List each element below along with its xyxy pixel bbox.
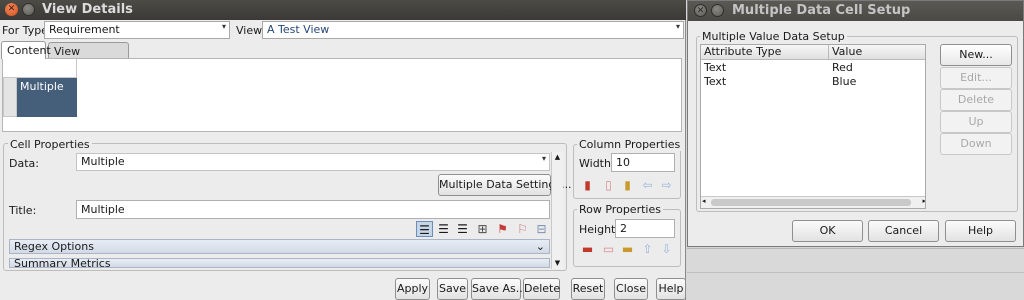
- column-properties-legend: Column Properties: [577, 138, 683, 151]
- view-value: A Test View: [267, 23, 330, 36]
- cancel-button[interactable]: Cancel: [868, 220, 939, 242]
- insert-column-icon[interactable]: ▮: [619, 177, 636, 193]
- remove-flag-icon[interactable]: ⚐: [514, 221, 531, 237]
- selected-cell[interactable]: Multiple: [17, 77, 77, 117]
- align-right-icon[interactable]: ☰: [454, 221, 471, 237]
- close-window-icon[interactable]: ✕: [5, 3, 18, 16]
- scroll-up-icon[interactable]: ▲: [552, 152, 563, 163]
- view-dropdown[interactable]: A Test View ▾: [262, 21, 684, 39]
- arrow-left-icon[interactable]: ⇦: [639, 177, 656, 193]
- table-horizontal-scrollbar[interactable]: ◂ ▸: [701, 196, 925, 208]
- scroll-left-icon[interactable]: ◂: [702, 197, 706, 205]
- regex-options-panel[interactable]: Regex Options ⌄: [9, 239, 550, 254]
- table-icon[interactable]: ⊟: [533, 221, 550, 237]
- data-label: Data:: [9, 157, 39, 170]
- down-button[interactable]: Down: [940, 133, 1012, 155]
- divider: [687, 272, 1024, 273]
- insert-row-icon[interactable]: ▬: [619, 241, 636, 257]
- width-field[interactable]: 10: [611, 153, 675, 172]
- reset-button[interactable]: Reset: [571, 278, 605, 300]
- arrow-down-icon[interactable]: ⇩: [658, 241, 675, 257]
- edit-button[interactable]: Edit...: [940, 67, 1012, 89]
- multiple-data-settings-button[interactable]: Multiple Data Settings...: [438, 174, 572, 196]
- cell-properties-scrollbar[interactable]: ▲ ▼: [551, 152, 563, 269]
- add-row-icon[interactable]: ▬: [579, 241, 596, 257]
- summary-metrics-label: Summary Metrics: [14, 258, 111, 268]
- close-button[interactable]: Close: [614, 278, 648, 300]
- view-details-window: ✕ View Details For Type: Requirement ▾ V…: [0, 0, 686, 300]
- delete-button[interactable]: Delete: [940, 89, 1012, 111]
- remove-row-icon[interactable]: ▭: [600, 241, 617, 257]
- table-cell[interactable]: Red: [829, 61, 925, 75]
- view-details-titlebar: ✕ View Details: [0, 0, 686, 20]
- scroll-down-icon[interactable]: ▼: [552, 258, 563, 269]
- background-panel: [687, 248, 1024, 300]
- up-button[interactable]: Up: [940, 111, 1012, 133]
- width-label: Width:: [579, 157, 615, 170]
- arrow-up-icon[interactable]: ⇧: [639, 241, 656, 257]
- row-header: [3, 77, 17, 117]
- insert-row-icon[interactable]: ⊞: [474, 221, 491, 237]
- ok-button[interactable]: OK: [792, 220, 863, 242]
- data-value: Multiple: [81, 155, 125, 168]
- help-button[interactable]: Help: [945, 220, 1016, 242]
- table-cell[interactable]: Text: [701, 61, 829, 75]
- table-cell[interactable]: Text: [701, 75, 829, 89]
- values-table: Attribute Type Value S Text Red S Text B…: [700, 44, 926, 209]
- flag-icon[interactable]: ⚑: [494, 221, 511, 237]
- row-properties-group: [573, 209, 681, 267]
- data-dropdown[interactable]: Multiple ▾: [76, 153, 550, 171]
- chevron-down-icon: ⌄: [535, 240, 545, 253]
- save-button[interactable]: Save: [437, 278, 468, 300]
- save-as-button[interactable]: Save As...: [471, 278, 526, 300]
- remove-column-icon[interactable]: ▯: [600, 177, 617, 193]
- window-title: View Details: [42, 2, 133, 17]
- title-field[interactable]: Multiple: [76, 200, 550, 219]
- close-window-icon[interactable]: ✕: [694, 4, 707, 17]
- minimize-window-icon[interactable]: [711, 4, 724, 17]
- window-title: Multiple Data Cell Setup: [732, 3, 911, 18]
- dropdown-arrow-icon: ▾: [675, 22, 680, 31]
- apply-button[interactable]: Apply: [395, 278, 430, 300]
- summary-metrics-panel[interactable]: Summary Metrics: [9, 258, 550, 268]
- multiple-data-titlebar: ✕ Multiple Data Cell Setup: [688, 1, 1023, 21]
- help-button[interactable]: Help: [656, 278, 686, 300]
- tab-content[interactable]: Content: [1, 41, 51, 59]
- add-column-icon[interactable]: ▮: [579, 177, 596, 193]
- view-label: View:: [236, 24, 266, 37]
- arrow-right-icon[interactable]: ⇨: [658, 177, 675, 193]
- row-properties-legend: Row Properties: [577, 203, 663, 216]
- for-type-dropdown[interactable]: Requirement ▾: [44, 21, 230, 39]
- delete-button[interactable]: Delete: [523, 278, 560, 300]
- for-type-value: Requirement: [49, 23, 120, 36]
- dropdown-arrow-icon: ▾: [541, 154, 546, 163]
- align-center-icon[interactable]: ☰: [435, 221, 452, 237]
- dropdown-arrow-icon: ▾: [221, 22, 226, 31]
- height-label: Height:: [579, 223, 620, 236]
- cell-properties-legend: Cell Properties: [8, 138, 92, 151]
- scrollbar-thumb[interactable]: [711, 199, 911, 206]
- multiple-value-legend: Multiple Value Data Setup: [700, 30, 847, 43]
- new-button[interactable]: New...: [940, 44, 1012, 66]
- content-grid: Multiple: [2, 58, 682, 132]
- grid-cell[interactable]: [17, 59, 77, 77]
- table-cell[interactable]: Blue: [829, 75, 925, 89]
- column-header-attribute-type[interactable]: Attribute Type: [701, 45, 829, 60]
- scroll-right-icon[interactable]: ▸: [922, 197, 925, 205]
- regex-options-label: Regex Options: [14, 240, 94, 253]
- column-header-value[interactable]: Value: [829, 45, 925, 60]
- multiple-data-cell-setup-window: ✕ Multiple Data Cell Setup Multiple Valu…: [687, 0, 1024, 247]
- align-left-icon[interactable]: ☰: [416, 221, 433, 237]
- title-label: Title:: [9, 204, 37, 217]
- minimize-window-icon[interactable]: [22, 3, 35, 16]
- height-field[interactable]: 2: [615, 219, 675, 238]
